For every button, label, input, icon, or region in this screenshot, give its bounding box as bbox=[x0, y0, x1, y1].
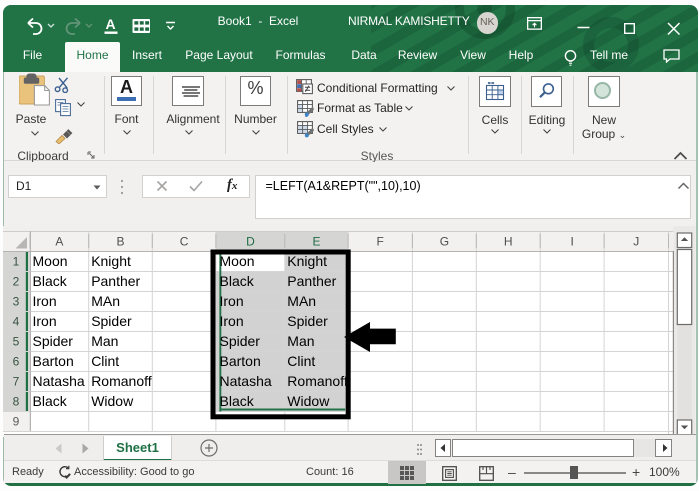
svg-text:Knight: Knight bbox=[91, 253, 131, 269]
svg-text:Barton: Barton bbox=[220, 353, 261, 369]
svg-text:B: B bbox=[116, 234, 124, 248]
svg-text:Man: Man bbox=[91, 333, 118, 349]
svg-text:Spider: Spider bbox=[91, 313, 132, 329]
svg-text:9: 9 bbox=[13, 414, 20, 428]
svg-text:8: 8 bbox=[13, 394, 20, 408]
svg-text:1: 1 bbox=[13, 254, 20, 268]
svg-text:Knight: Knight bbox=[287, 253, 327, 269]
svg-text:Natasha: Natasha bbox=[220, 373, 272, 389]
svg-text:MAn: MAn bbox=[91, 293, 120, 309]
svg-text:Clint: Clint bbox=[91, 353, 119, 369]
svg-text:Romanoff: Romanoff bbox=[287, 373, 348, 389]
svg-text:Barton: Barton bbox=[33, 353, 74, 369]
svg-text:Iron: Iron bbox=[33, 313, 57, 329]
svg-text:A: A bbox=[106, 16, 116, 32]
svg-text:A: A bbox=[55, 234, 63, 248]
svg-text:E: E bbox=[312, 234, 320, 248]
svg-text:Clint: Clint bbox=[287, 353, 315, 369]
svg-text:Black: Black bbox=[33, 393, 68, 409]
svg-text:Iron: Iron bbox=[220, 293, 244, 309]
svg-text:Spider: Spider bbox=[287, 313, 328, 329]
svg-text:Panther: Panther bbox=[91, 273, 140, 289]
svg-text:Spider: Spider bbox=[33, 333, 74, 349]
svg-text:4: 4 bbox=[13, 314, 20, 328]
svg-text:5: 5 bbox=[13, 334, 20, 348]
svg-text:H: H bbox=[504, 234, 513, 248]
svg-text:D: D bbox=[246, 234, 255, 248]
svg-text:I: I bbox=[571, 234, 574, 248]
svg-text:Panther: Panther bbox=[287, 273, 336, 289]
svg-text:J: J bbox=[633, 234, 639, 248]
svg-text:MAn: MAn bbox=[287, 293, 316, 309]
svg-text:2: 2 bbox=[13, 274, 20, 288]
svg-text:Black: Black bbox=[220, 273, 255, 289]
svg-text:7: 7 bbox=[13, 374, 20, 388]
svg-text:Man: Man bbox=[287, 333, 314, 349]
svg-text:Iron: Iron bbox=[33, 293, 57, 309]
svg-text:Moon: Moon bbox=[33, 253, 68, 269]
svg-text:3: 3 bbox=[13, 294, 20, 308]
svg-text:Iron: Iron bbox=[220, 313, 244, 329]
svg-text:6: 6 bbox=[13, 354, 20, 368]
svg-text:Widow: Widow bbox=[287, 393, 330, 409]
svg-text:F: F bbox=[377, 234, 384, 248]
svg-text:Spider: Spider bbox=[220, 333, 261, 349]
svg-text:Black: Black bbox=[220, 393, 255, 409]
svg-text:Black: Black bbox=[33, 273, 68, 289]
svg-text:Widow: Widow bbox=[91, 393, 134, 409]
svg-text:Moon: Moon bbox=[220, 253, 255, 269]
svg-text:C: C bbox=[180, 234, 189, 248]
svg-text:Romanoff: Romanoff bbox=[91, 373, 152, 389]
svg-text:G: G bbox=[440, 234, 449, 248]
svg-text:Natasha: Natasha bbox=[33, 373, 85, 389]
